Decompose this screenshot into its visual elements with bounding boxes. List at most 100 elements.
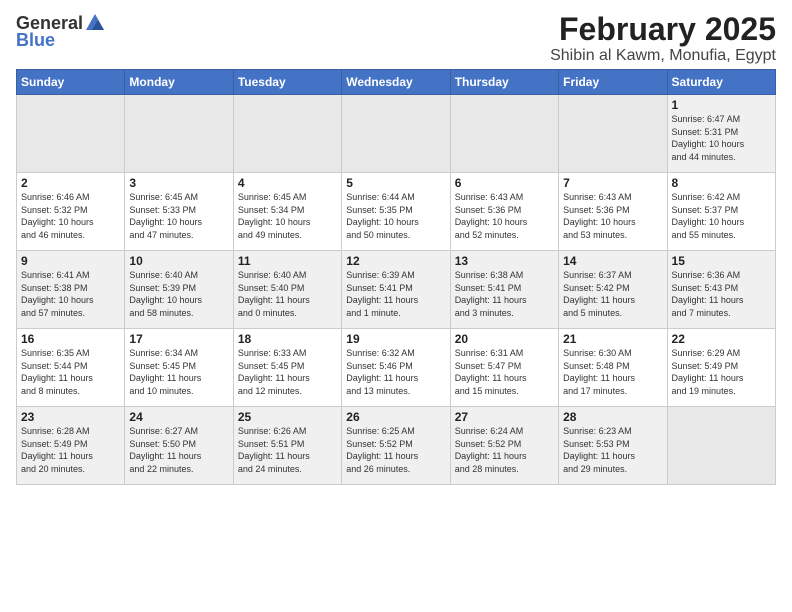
day-number: 9 (21, 254, 120, 268)
day-number: 24 (129, 410, 228, 424)
day-number: 18 (238, 332, 337, 346)
day-info: Sunrise: 6:23 AM Sunset: 5:53 PM Dayligh… (563, 425, 662, 475)
logo-icon (84, 12, 106, 34)
day-number: 11 (238, 254, 337, 268)
day-number: 22 (672, 332, 771, 346)
day-info: Sunrise: 6:44 AM Sunset: 5:35 PM Dayligh… (346, 191, 445, 241)
day-info: Sunrise: 6:35 AM Sunset: 5:44 PM Dayligh… (21, 347, 120, 397)
day-info: Sunrise: 6:27 AM Sunset: 5:50 PM Dayligh… (129, 425, 228, 475)
day-number: 10 (129, 254, 228, 268)
day-info: Sunrise: 6:34 AM Sunset: 5:45 PM Dayligh… (129, 347, 228, 397)
day-info: Sunrise: 6:37 AM Sunset: 5:42 PM Dayligh… (563, 269, 662, 319)
table-row: 21Sunrise: 6:30 AM Sunset: 5:48 PM Dayli… (559, 329, 667, 407)
table-row: 13Sunrise: 6:38 AM Sunset: 5:41 PM Dayli… (450, 251, 558, 329)
logo-text: General Blue (16, 12, 107, 51)
calendar-week-4: 16Sunrise: 6:35 AM Sunset: 5:44 PM Dayli… (17, 329, 776, 407)
day-number: 1 (672, 98, 771, 112)
table-row (342, 95, 450, 173)
day-number: 23 (21, 410, 120, 424)
day-number: 4 (238, 176, 337, 190)
table-row: 17Sunrise: 6:34 AM Sunset: 5:45 PM Dayli… (125, 329, 233, 407)
table-row: 16Sunrise: 6:35 AM Sunset: 5:44 PM Dayli… (17, 329, 125, 407)
header: General Blue February 2025 Shibin al Kaw… (16, 12, 776, 65)
day-number: 3 (129, 176, 228, 190)
day-number: 2 (21, 176, 120, 190)
table-row: 28Sunrise: 6:23 AM Sunset: 5:53 PM Dayli… (559, 407, 667, 485)
day-number: 27 (455, 410, 554, 424)
table-row: 11Sunrise: 6:40 AM Sunset: 5:40 PM Dayli… (233, 251, 341, 329)
table-row: 26Sunrise: 6:25 AM Sunset: 5:52 PM Dayli… (342, 407, 450, 485)
table-row: 8Sunrise: 6:42 AM Sunset: 5:37 PM Daylig… (667, 173, 775, 251)
title-block: February 2025 Shibin al Kawm, Monufia, E… (550, 12, 776, 65)
table-row: 12Sunrise: 6:39 AM Sunset: 5:41 PM Dayli… (342, 251, 450, 329)
day-info: Sunrise: 6:43 AM Sunset: 5:36 PM Dayligh… (563, 191, 662, 241)
table-row (450, 95, 558, 173)
day-number: 19 (346, 332, 445, 346)
header-sunday: Sunday (17, 70, 125, 95)
table-row: 27Sunrise: 6:24 AM Sunset: 5:52 PM Dayli… (450, 407, 558, 485)
day-number: 15 (672, 254, 771, 268)
day-info: Sunrise: 6:29 AM Sunset: 5:49 PM Dayligh… (672, 347, 771, 397)
table-row: 3Sunrise: 6:45 AM Sunset: 5:33 PM Daylig… (125, 173, 233, 251)
logo: General Blue (16, 12, 107, 51)
header-monday: Monday (125, 70, 233, 95)
day-info: Sunrise: 6:33 AM Sunset: 5:45 PM Dayligh… (238, 347, 337, 397)
table-row (125, 95, 233, 173)
day-info: Sunrise: 6:42 AM Sunset: 5:37 PM Dayligh… (672, 191, 771, 241)
table-row: 2Sunrise: 6:46 AM Sunset: 5:32 PM Daylig… (17, 173, 125, 251)
table-row: 20Sunrise: 6:31 AM Sunset: 5:47 PM Dayli… (450, 329, 558, 407)
day-number: 28 (563, 410, 662, 424)
table-row: 15Sunrise: 6:36 AM Sunset: 5:43 PM Dayli… (667, 251, 775, 329)
day-info: Sunrise: 6:46 AM Sunset: 5:32 PM Dayligh… (21, 191, 120, 241)
table-row: 4Sunrise: 6:45 AM Sunset: 5:34 PM Daylig… (233, 173, 341, 251)
table-row (233, 95, 341, 173)
day-info: Sunrise: 6:43 AM Sunset: 5:36 PM Dayligh… (455, 191, 554, 241)
header-thursday: Thursday (450, 70, 558, 95)
day-number: 20 (455, 332, 554, 346)
day-info: Sunrise: 6:40 AM Sunset: 5:39 PM Dayligh… (129, 269, 228, 319)
table-row (17, 95, 125, 173)
day-info: Sunrise: 6:30 AM Sunset: 5:48 PM Dayligh… (563, 347, 662, 397)
day-info: Sunrise: 6:36 AM Sunset: 5:43 PM Dayligh… (672, 269, 771, 319)
day-number: 13 (455, 254, 554, 268)
table-row (559, 95, 667, 173)
day-info: Sunrise: 6:38 AM Sunset: 5:41 PM Dayligh… (455, 269, 554, 319)
day-number: 16 (21, 332, 120, 346)
table-row: 7Sunrise: 6:43 AM Sunset: 5:36 PM Daylig… (559, 173, 667, 251)
calendar-week-3: 9Sunrise: 6:41 AM Sunset: 5:38 PM Daylig… (17, 251, 776, 329)
header-tuesday: Tuesday (233, 70, 341, 95)
table-row: 10Sunrise: 6:40 AM Sunset: 5:39 PM Dayli… (125, 251, 233, 329)
table-row: 24Sunrise: 6:27 AM Sunset: 5:50 PM Dayli… (125, 407, 233, 485)
header-saturday: Saturday (667, 70, 775, 95)
table-row: 9Sunrise: 6:41 AM Sunset: 5:38 PM Daylig… (17, 251, 125, 329)
page-container: General Blue February 2025 Shibin al Kaw… (0, 0, 792, 493)
header-wednesday: Wednesday (342, 70, 450, 95)
day-number: 5 (346, 176, 445, 190)
calendar-week-2: 2Sunrise: 6:46 AM Sunset: 5:32 PM Daylig… (17, 173, 776, 251)
location-title: Shibin al Kawm, Monufia, Egypt (550, 47, 776, 65)
day-info: Sunrise: 6:32 AM Sunset: 5:46 PM Dayligh… (346, 347, 445, 397)
day-number: 25 (238, 410, 337, 424)
calendar-table: Sunday Monday Tuesday Wednesday Thursday… (16, 69, 776, 485)
day-number: 26 (346, 410, 445, 424)
day-number: 12 (346, 254, 445, 268)
day-number: 6 (455, 176, 554, 190)
day-info: Sunrise: 6:39 AM Sunset: 5:41 PM Dayligh… (346, 269, 445, 319)
table-row: 19Sunrise: 6:32 AM Sunset: 5:46 PM Dayli… (342, 329, 450, 407)
day-info: Sunrise: 6:45 AM Sunset: 5:34 PM Dayligh… (238, 191, 337, 241)
header-friday: Friday (559, 70, 667, 95)
table-row: 14Sunrise: 6:37 AM Sunset: 5:42 PM Dayli… (559, 251, 667, 329)
day-number: 17 (129, 332, 228, 346)
table-row: 6Sunrise: 6:43 AM Sunset: 5:36 PM Daylig… (450, 173, 558, 251)
day-info: Sunrise: 6:28 AM Sunset: 5:49 PM Dayligh… (21, 425, 120, 475)
day-info: Sunrise: 6:24 AM Sunset: 5:52 PM Dayligh… (455, 425, 554, 475)
day-info: Sunrise: 6:26 AM Sunset: 5:51 PM Dayligh… (238, 425, 337, 475)
day-info: Sunrise: 6:47 AM Sunset: 5:31 PM Dayligh… (672, 113, 771, 163)
day-info: Sunrise: 6:45 AM Sunset: 5:33 PM Dayligh… (129, 191, 228, 241)
day-info: Sunrise: 6:41 AM Sunset: 5:38 PM Dayligh… (21, 269, 120, 319)
day-number: 7 (563, 176, 662, 190)
table-row: 1Sunrise: 6:47 AM Sunset: 5:31 PM Daylig… (667, 95, 775, 173)
day-number: 14 (563, 254, 662, 268)
calendar-header-row: Sunday Monday Tuesday Wednesday Thursday… (17, 70, 776, 95)
table-row: 22Sunrise: 6:29 AM Sunset: 5:49 PM Dayli… (667, 329, 775, 407)
